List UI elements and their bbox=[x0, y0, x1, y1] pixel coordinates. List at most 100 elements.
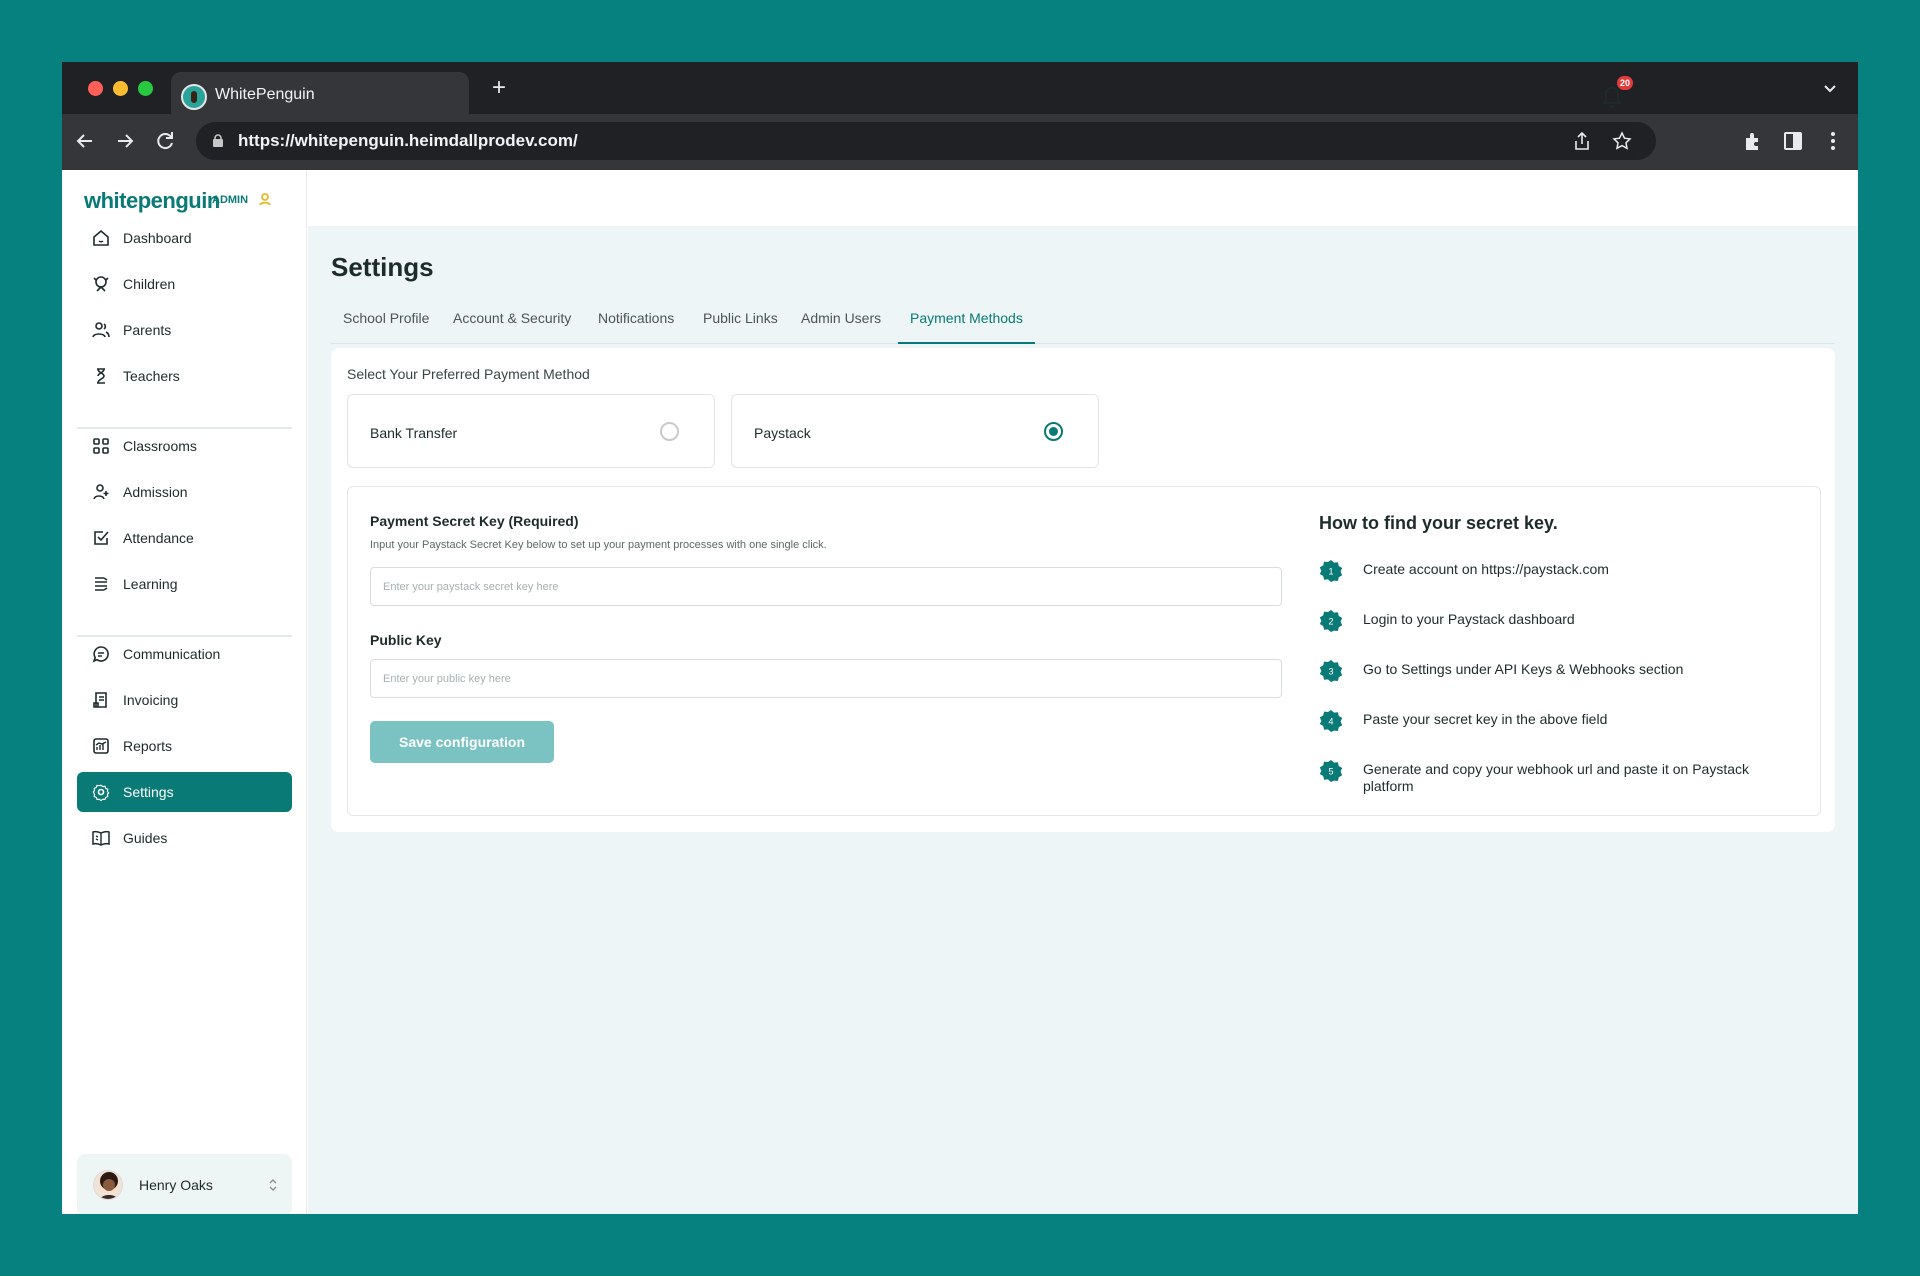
share-icon[interactable] bbox=[1572, 131, 1592, 151]
url-text: https://whitepenguin.heimdallprodev.com/ bbox=[238, 131, 578, 150]
secret-key-input[interactable] bbox=[370, 567, 1282, 606]
chart-icon bbox=[93, 738, 109, 754]
sidebar-item-learning[interactable]: Learning bbox=[77, 564, 292, 604]
sidebar-item-invoicing[interactable]: Invoicing bbox=[77, 680, 292, 720]
guide-title: How to find your secret key. bbox=[1319, 513, 1558, 533]
svg-text:4: 4 bbox=[1328, 717, 1333, 727]
guide-step-text: Login to your Paystack dashboard bbox=[1363, 611, 1575, 627]
sidebar-item-children[interactable]: Children bbox=[77, 264, 292, 304]
svg-text:3: 3 bbox=[1328, 667, 1333, 677]
sidebar-item-teachers[interactable]: Teachers bbox=[77, 356, 292, 396]
payment-method-prompt: Select Your Preferred Payment Method bbox=[347, 366, 590, 382]
sidebar-item-label: Invoicing bbox=[123, 692, 179, 708]
app-logo[interactable]: whitepenguin bbox=[84, 188, 220, 214]
user-profile-card[interactable]: Henry Oaks bbox=[77, 1154, 292, 1214]
child-icon bbox=[93, 276, 109, 292]
tab-title: WhitePenguin bbox=[215, 86, 315, 103]
svg-text:5: 5 bbox=[1328, 767, 1333, 777]
sidebar-item-parents[interactable]: Parents bbox=[77, 310, 292, 350]
tab-public-links[interactable]: Public Links bbox=[691, 310, 790, 344]
sidebar-item-label: Dashboard bbox=[123, 230, 192, 246]
method-label: Paystack bbox=[754, 425, 811, 441]
svg-text:2: 2 bbox=[1328, 617, 1333, 627]
step-badge-icon: 3 bbox=[1319, 660, 1343, 682]
users-icon bbox=[92, 322, 110, 338]
tab-account-security[interactable]: Account & Security bbox=[441, 310, 583, 344]
step-badge-icon: 4 bbox=[1319, 710, 1343, 732]
sidebar-item-settings[interactable]: Settings bbox=[77, 772, 292, 812]
top-bar bbox=[308, 170, 1858, 226]
side-panel-icon[interactable] bbox=[1782, 130, 1804, 152]
chat-icon bbox=[92, 646, 109, 663]
user-name: Henry Oaks bbox=[139, 1177, 213, 1193]
secret-key-label: Payment Secret Key (Required) bbox=[370, 513, 579, 529]
sidebar-item-classrooms[interactable]: Classrooms bbox=[77, 426, 292, 466]
main-content: Settings School Profile Account & Securi… bbox=[308, 226, 1858, 1214]
bank-transfer-option[interactable]: Bank Transfer bbox=[347, 394, 715, 468]
sidebar-item-admission[interactable]: Admission bbox=[77, 472, 292, 512]
chevron-down-icon[interactable] bbox=[1822, 80, 1838, 96]
lock-icon bbox=[213, 134, 223, 147]
method-label: Bank Transfer bbox=[370, 425, 458, 441]
sidebar-item-dashboard[interactable]: Dashboard bbox=[77, 218, 292, 258]
teacher-icon bbox=[97, 368, 105, 384]
tab-school-profile[interactable]: School Profile bbox=[331, 310, 441, 344]
secret-key-help: Input your Paystack Secret Key below to … bbox=[370, 539, 827, 551]
sidebar-item-label: Learning bbox=[123, 576, 178, 592]
save-configuration-button[interactable]: Save configuration bbox=[370, 721, 554, 763]
guide-step-text: Paste your secret key in the above field bbox=[1363, 711, 1608, 727]
grid-icon bbox=[93, 438, 109, 454]
tab-payment-methods[interactable]: Payment Methods bbox=[898, 310, 1035, 344]
sidebar-item-communication[interactable]: Communication bbox=[77, 634, 292, 674]
step-badge-icon: 1 bbox=[1319, 560, 1343, 582]
sidebar-item-label: Admission bbox=[123, 484, 188, 500]
admin-user-icon bbox=[259, 193, 271, 206]
sidebar-item-label: Settings bbox=[123, 784, 174, 800]
sidebar-item-label: Parents bbox=[123, 322, 172, 338]
book-icon bbox=[95, 577, 108, 591]
minimize-window-icon[interactable] bbox=[113, 81, 128, 96]
step-badge-icon: 5 bbox=[1319, 760, 1343, 782]
paystack-option[interactable]: Paystack bbox=[731, 394, 1099, 468]
sidebar-item-label: Classrooms bbox=[123, 438, 197, 454]
svg-text:1: 1 bbox=[1328, 567, 1333, 577]
sidebar-item-reports[interactable]: Reports bbox=[77, 726, 292, 766]
home-icon bbox=[93, 229, 109, 246]
tab-notifications[interactable]: Notifications bbox=[586, 310, 686, 344]
tab-admin-users[interactable]: Admin Users bbox=[789, 310, 893, 344]
radio-paystack[interactable] bbox=[1044, 422, 1063, 441]
sidebar-item-attendance[interactable]: Attendance bbox=[77, 518, 292, 558]
url-bar[interactable]: https://whitepenguin.heimdallprodev.com/ bbox=[196, 122, 1656, 160]
step-badge-icon: 2 bbox=[1319, 610, 1343, 632]
guide-step-text: Go to Settings under API Keys & Webhooks… bbox=[1363, 661, 1684, 677]
guide-step-text: Generate and copy your webhook url and p… bbox=[1363, 761, 1750, 794]
payment-methods-card: Select Your Preferred Payment Method Ban… bbox=[331, 348, 1835, 832]
settings-tabs: School Profile Account & Security Notifi… bbox=[331, 298, 1835, 344]
maximize-window-icon[interactable] bbox=[138, 81, 153, 96]
chevron-up-down-icon[interactable] bbox=[267, 1176, 279, 1194]
new-tab-button[interactable]: + bbox=[492, 76, 506, 100]
more-options-icon[interactable] bbox=[1822, 130, 1844, 152]
extensions-icon[interactable] bbox=[1742, 130, 1764, 152]
guide-step-text: Create account on https://paystack.com bbox=[1363, 561, 1609, 577]
sidebar-item-label: Attendance bbox=[123, 530, 194, 546]
sidebar-item-label: Children bbox=[123, 276, 176, 292]
radio-bank-transfer[interactable] bbox=[660, 422, 679, 441]
public-key-label: Public Key bbox=[370, 632, 442, 648]
checkbox-icon bbox=[94, 531, 109, 545]
close-window-icon[interactable] bbox=[88, 81, 103, 96]
gear-icon bbox=[92, 784, 110, 802]
favicon-icon bbox=[181, 84, 207, 110]
sidebar-item-label: Reports bbox=[123, 738, 173, 754]
forward-arrow-icon[interactable] bbox=[112, 128, 138, 154]
open-book-icon bbox=[92, 830, 110, 846]
page-title: Settings bbox=[331, 252, 434, 282]
paystack-config-panel: Payment Secret Key (Required) Input your… bbox=[347, 486, 1821, 816]
public-key-input[interactable] bbox=[370, 659, 1282, 698]
star-icon[interactable] bbox=[1612, 131, 1632, 151]
reload-icon[interactable] bbox=[152, 128, 178, 154]
browser-tab[interactable]: WhitePenguin bbox=[171, 72, 469, 120]
sidebar-item-label: Guides bbox=[123, 830, 168, 846]
back-arrow-icon[interactable] bbox=[72, 128, 98, 154]
sidebar-item-guides[interactable]: Guides bbox=[77, 818, 292, 858]
